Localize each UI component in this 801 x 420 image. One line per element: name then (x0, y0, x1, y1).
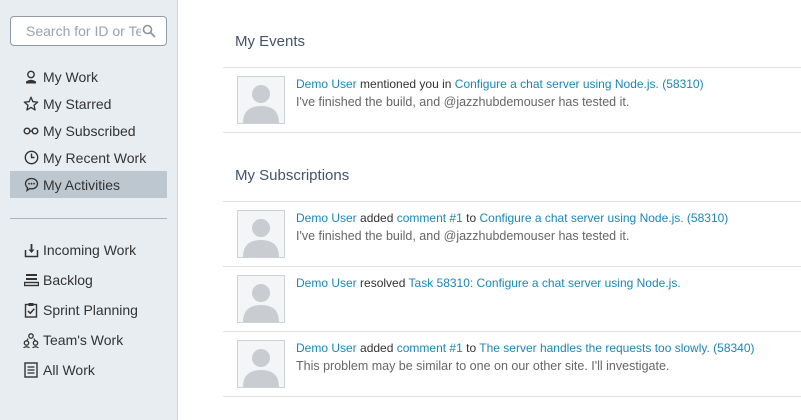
person-icon (23, 69, 39, 85)
event-row: Demo User mentioned you in Configure a c… (223, 67, 801, 132)
sidebar-item-my-recent-work[interactable]: My Recent Work (10, 144, 167, 171)
user-link[interactable]: Demo User (296, 77, 357, 91)
event-verb: mentioned you in (360, 77, 452, 91)
main-content: My Events Demo User mentioned you in Con… (178, 0, 801, 420)
sidebar-item-label: Backlog (43, 272, 93, 288)
activity-verb: added (360, 341, 394, 355)
subscription-summary: Demo User added comment #1 to Configure … (296, 211, 728, 225)
search-icon[interactable] (142, 24, 156, 38)
sidebar-item-label: My Work (43, 68, 98, 85)
user-link[interactable]: Demo User (296, 341, 357, 355)
nav-secondary: Incoming Work Backlog Sprint Planning Te… (10, 235, 167, 385)
sidebar: My Work My Starred My Subscribed My Rece… (0, 0, 178, 420)
sidebar-divider (10, 218, 167, 219)
search-box[interactable] (10, 16, 167, 46)
subscription-summary: Demo User resolved Task 58310: Configure… (296, 276, 681, 290)
glasses-icon (23, 123, 39, 139)
sidebar-item-all-work[interactable]: All Work (10, 355, 167, 385)
subscription-summary: Demo User added comment #1 to The server… (296, 341, 755, 355)
activity-verb: resolved (360, 276, 406, 290)
user-link[interactable]: Demo User (296, 276, 357, 290)
work-item-link[interactable]: Configure a chat server using Node.js. (… (455, 77, 704, 91)
sidebar-item-label: My Subscribed (43, 122, 136, 139)
inbox-download-icon (23, 242, 39, 258)
activity-message: I've finished the build, and @jazzhubdem… (296, 229, 630, 243)
sidebar-item-label: My Activities (43, 176, 121, 193)
user-silhouette-icon (238, 77, 284, 123)
subscriptions-section-title: My Subscriptions (235, 167, 350, 184)
event-message: I've finished the build, and @jazzhubdem… (296, 95, 630, 109)
work-item-link[interactable]: The server handles the requests too slow… (479, 341, 754, 355)
sidebar-item-label: My Recent Work (43, 149, 147, 166)
work-item-link[interactable]: Task 58310: Configure a chat server usin… (409, 276, 681, 290)
comment-link[interactable]: comment #1 (397, 341, 463, 355)
nav-primary: My Work My Starred My Subscribed My Rece… (10, 63, 167, 198)
sidebar-item-label: Sprint Planning (43, 302, 138, 318)
divider (223, 132, 801, 133)
user-link[interactable]: Demo User (296, 211, 357, 225)
search-input[interactable] (11, 17, 141, 45)
activity-connector: to (466, 341, 477, 355)
subscription-row: Demo User added comment #1 to Configure … (223, 201, 801, 266)
clock-icon (23, 150, 39, 166)
sidebar-item-my-work[interactable]: My Work (10, 63, 167, 90)
clipboard-check-icon (23, 302, 39, 318)
sidebar-item-label: Team's Work (43, 332, 124, 348)
sidebar-item-backlog[interactable]: Backlog (10, 265, 167, 295)
star-icon (23, 96, 39, 112)
sidebar-item-my-activities[interactable]: My Activities (10, 171, 167, 198)
sidebar-item-label: My Starred (43, 95, 112, 112)
sidebar-item-teams-work[interactable]: Team's Work (10, 325, 167, 355)
avatar (237, 340, 285, 388)
list-icon (23, 362, 39, 378)
work-item-link[interactable]: Configure a chat server using Node.js. (… (479, 211, 728, 225)
sidebar-item-my-starred[interactable]: My Starred (10, 90, 167, 117)
avatar (237, 210, 285, 258)
stack-icon (23, 272, 39, 288)
sidebar-item-my-subscribed[interactable]: My Subscribed (10, 117, 167, 144)
avatar (237, 76, 285, 124)
user-silhouette-icon (238, 341, 284, 387)
comment-link[interactable]: comment #1 (397, 211, 463, 225)
sidebar-item-incoming-work[interactable]: Incoming Work (10, 235, 167, 265)
event-summary: Demo User mentioned you in Configure a c… (296, 77, 704, 91)
subscription-row: Demo User resolved Task 58310: Configure… (223, 266, 801, 331)
divider (223, 396, 801, 397)
user-silhouette-icon (238, 276, 284, 322)
activity-message: This problem may be similar to one on ou… (296, 359, 670, 373)
activity-verb: added (360, 211, 394, 225)
sidebar-item-label: All Work (43, 362, 95, 378)
events-section-title: My Events (235, 33, 306, 50)
subscription-row: Demo User added comment #1 to The server… (223, 331, 801, 396)
avatar (237, 275, 285, 323)
team-icon (23, 332, 39, 348)
sidebar-item-label: Incoming Work (43, 242, 137, 258)
sidebar-item-sprint-planning[interactable]: Sprint Planning (10, 295, 167, 325)
activity-connector: to (466, 211, 477, 225)
chat-bubble-icon (23, 177, 39, 193)
user-silhouette-icon (238, 211, 284, 257)
